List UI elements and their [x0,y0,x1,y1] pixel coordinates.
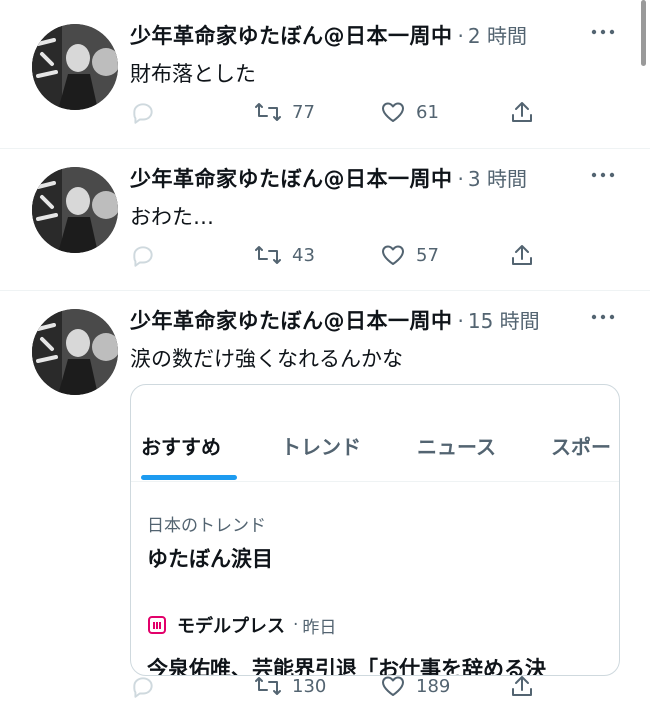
timestamp[interactable]: 2 時間 [468,20,527,49]
tweet[interactable]: 少年革命家ゆたぼん@日本一周中 · 2 時間 財布落とした 77 61 [0,20,650,136]
share-button[interactable] [510,243,534,267]
reply-icon [133,103,153,124]
more-icon[interactable] [590,22,616,42]
trend-context: 日本のトレンド [147,516,266,536]
like-count: 189 [416,675,451,697]
separator: · [457,167,464,191]
divider [0,290,650,291]
avatar[interactable] [32,24,118,110]
retweet-icon [255,246,281,264]
like-count: 57 [416,244,439,266]
tab-trends[interactable]: トレンド [281,431,361,460]
avatar[interactable] [32,309,118,395]
retweet-icon [255,103,281,121]
like-button[interactable]: 189 [380,674,450,698]
reply-icon [133,677,153,698]
tweet-text: おわた… [130,205,214,229]
tweet[interactable]: 少年革命家ゆたぼん@日本一周中 · 3 時間 おわた… 43 57 [0,163,650,279]
divider [0,148,650,149]
avatar-image [32,167,118,253]
author-name[interactable]: 少年革命家ゆたぼん@日本一周中 [130,20,453,50]
more-icon[interactable] [590,165,616,185]
news-time: 昨日 [302,617,337,638]
retweet-icon [255,677,281,695]
trend-card-image[interactable]: おすすめ トレンド ニュース スポー 日本のトレンド ゆたぼん涙目 モデルプレス… [130,384,620,676]
like-icon [382,102,404,122]
tab-news[interactable]: ニュース [417,431,496,460]
more-icon[interactable] [590,307,616,327]
news-source: モデルプレス [177,616,285,637]
news-meta: モデルプレス · 昨日 [147,612,336,638]
news-separator: · [293,615,299,635]
retweet-count: 130 [292,675,327,697]
timestamp[interactable]: 15 時間 [468,305,540,334]
like-count: 61 [416,101,439,123]
tab-recommended[interactable]: おすすめ [141,431,221,460]
retweet-button[interactable]: 130 [254,674,326,698]
reply-button[interactable] [130,243,156,269]
retweet-button[interactable]: 43 [254,243,315,267]
like-icon [382,245,404,265]
retweet-button[interactable]: 77 [254,100,315,124]
share-icon [512,245,532,265]
tweet-actions: 77 61 [130,100,540,128]
tab-sports[interactable]: スポー [551,431,611,460]
news-headline[interactable]: 今泉佑唯、芸能界引退「お仕事を辞める決 [147,653,546,675]
reply-button[interactable] [130,100,156,126]
avatar-image [32,24,118,110]
reply-icon [133,246,153,267]
tweet-text: 涙の数だけ強くなれるんかな [130,347,403,371]
timestamp[interactable]: 3 時間 [468,163,527,192]
active-tab-indicator [141,475,237,480]
share-button[interactable] [510,100,534,124]
separator: · [457,309,464,333]
avatar[interactable] [32,167,118,253]
share-icon [512,102,532,122]
reply-button[interactable] [130,674,156,700]
separator: · [457,24,464,48]
retweet-count: 43 [292,244,315,266]
author-name[interactable]: 少年革命家ゆたぼん@日本一周中 [130,163,453,193]
share-button[interactable] [510,674,534,698]
news-source-logo-icon [147,615,167,635]
tweet-header: 少年革命家ゆたぼん@日本一周中 · 3 時間 [130,163,527,193]
like-icon [382,676,404,696]
trend-tabs: おすすめ トレンド ニュース スポー [131,385,619,482]
author-name[interactable]: 少年革命家ゆたぼん@日本一周中 [130,305,453,335]
trend-name[interactable]: ゆたぼん涙目 [147,543,273,573]
tweet-header: 少年革命家ゆたぼん@日本一周中 · 2 時間 [130,20,527,50]
tweet-header: 少年革命家ゆたぼん@日本一周中 · 15 時間 [130,305,540,335]
tweet-text: 財布落とした [130,62,256,86]
avatar-image [32,309,118,395]
retweet-count: 77 [292,101,315,123]
tweet-actions: 43 57 [130,243,540,271]
like-button[interactable]: 57 [380,243,439,267]
share-icon [512,676,532,696]
tweet-actions: 130 189 [130,674,540,702]
like-button[interactable]: 61 [380,100,439,124]
